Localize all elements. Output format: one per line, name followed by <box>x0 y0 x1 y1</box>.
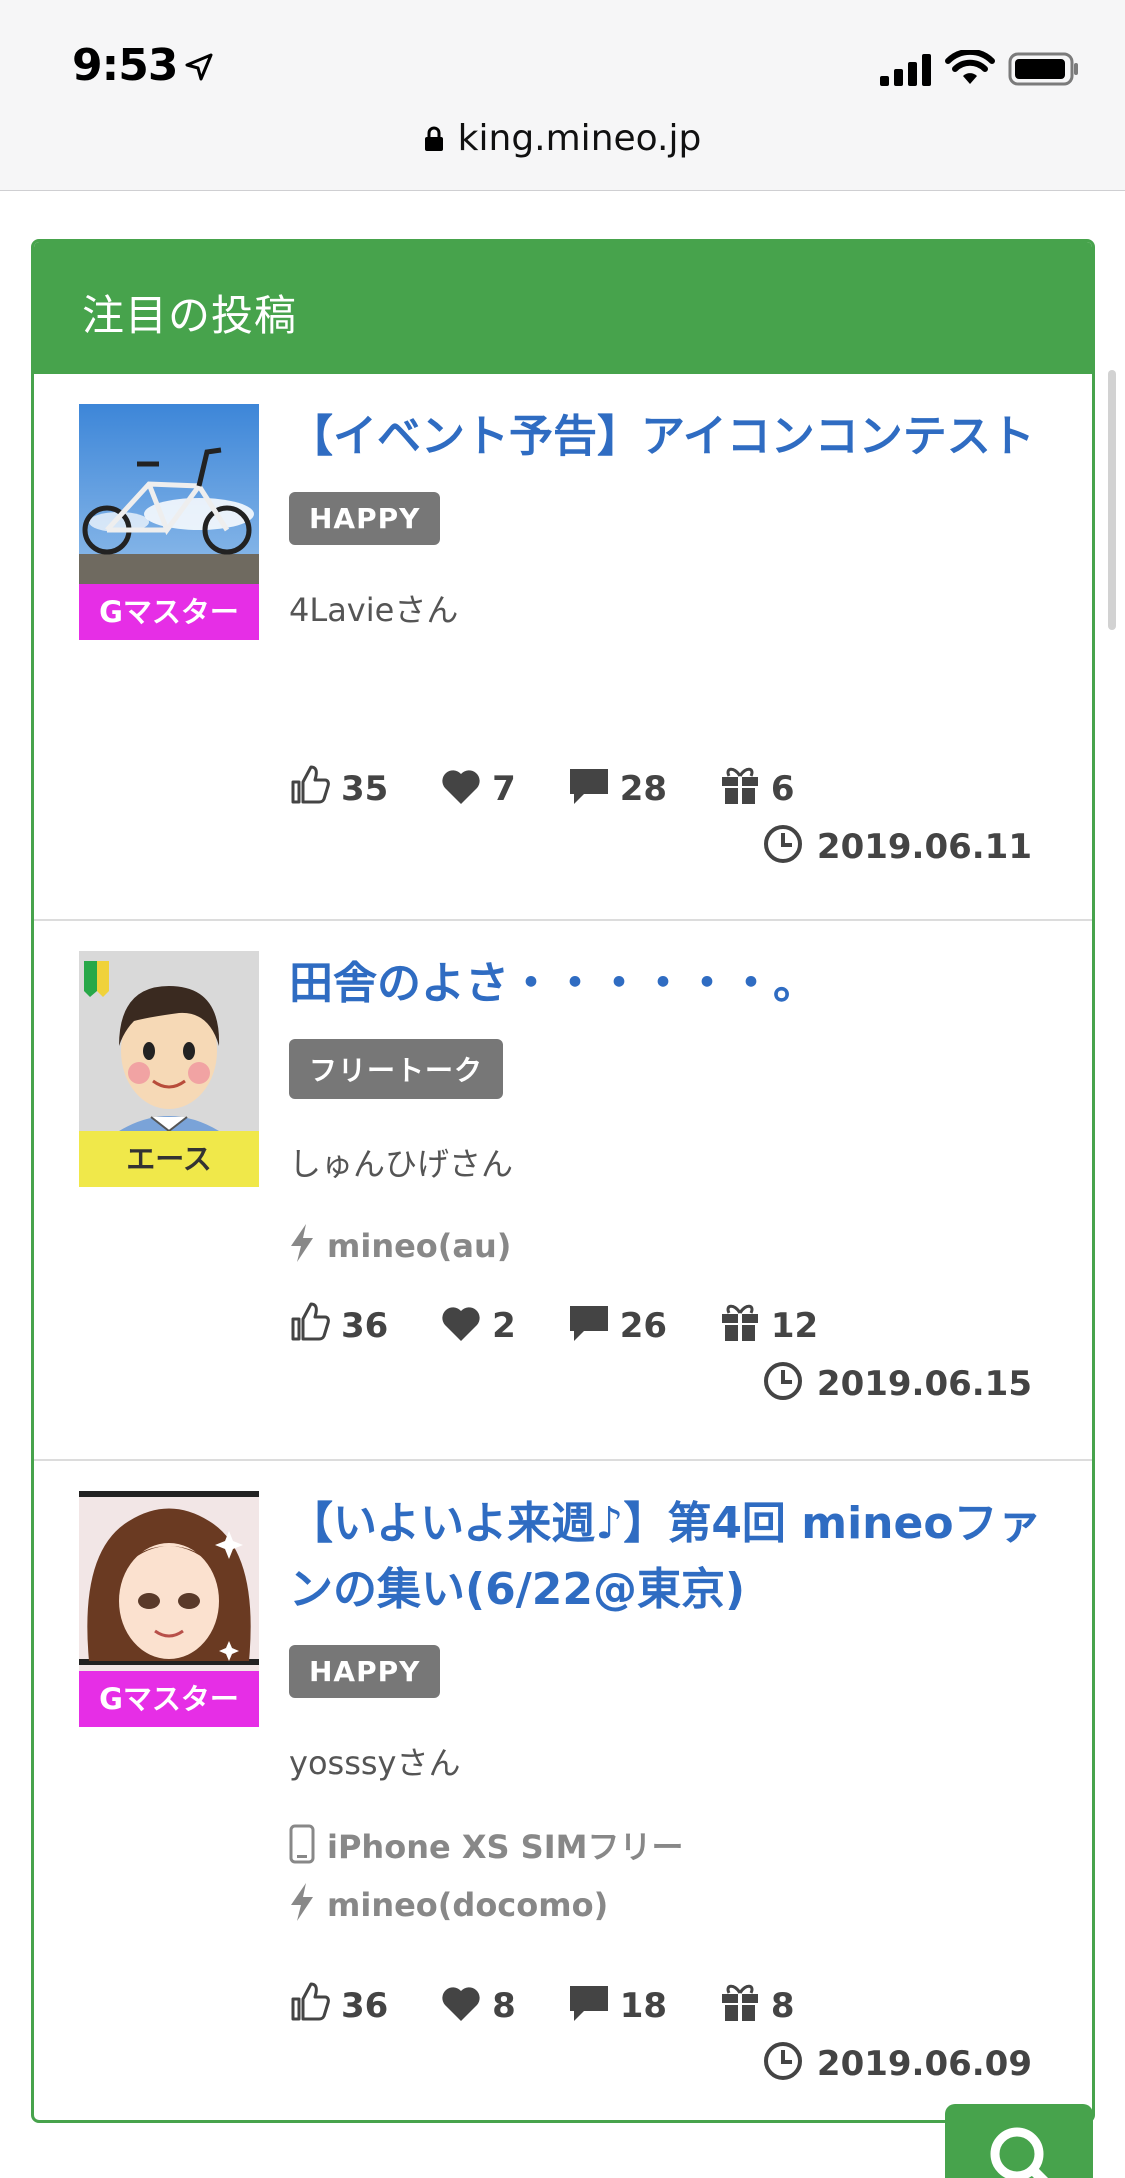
lock-icon <box>424 126 443 151</box>
comments-count: 26 <box>568 1303 667 1346</box>
heart-icon <box>442 770 480 804</box>
username[interactable]: yosssyさん <box>289 1738 1059 1784</box>
heart-icon <box>442 1987 480 2021</box>
username[interactable]: 4Lavieさん <box>289 585 1059 631</box>
rank-badge: Gマスター <box>79 1671 259 1727</box>
phone-icon <box>289 1824 315 1864</box>
comments-count: 28 <box>568 766 667 809</box>
category-tag[interactable]: フリートーク <box>289 1039 504 1099</box>
status-time: 9:53 <box>72 40 178 91</box>
scrollbar[interactable] <box>1108 370 1116 630</box>
post-item[interactable]: エース 田舎のよさ・・・・・・。 フリートーク しゅんひげさん mineo(au… <box>34 921 1092 1461</box>
search-button[interactable] <box>945 2104 1093 2178</box>
lightning-icon <box>291 1224 313 1262</box>
hearts-count: 8 <box>440 1985 516 2026</box>
rank-badge: エース <box>79 1131 259 1187</box>
category-tag[interactable]: HAPPY <box>289 1645 441 1698</box>
section-title: 注目の投稿 <box>34 242 1092 374</box>
clock-icon <box>763 2042 802 2080</box>
likes-count: 36 <box>289 1981 388 2026</box>
post-item[interactable]: Gマスター 【いよいよ来週♪】第4回 mineoファンの集い(6/22@東京) … <box>34 1461 1092 2120</box>
featured-posts-card: 注目の投稿 Gマスター 【イベント予告】アイコンコンテスト HAPPY 4Lav… <box>31 239 1095 2123</box>
gifts-count: 6 <box>719 764 795 809</box>
avatar[interactable]: エース <box>79 951 259 1187</box>
gift-icon <box>721 1984 758 2021</box>
address-bar[interactable]: king.mineo.jp <box>0 118 1125 159</box>
post-stats: 35 7 28 6 <box>289 764 835 809</box>
comments-count: 18 <box>568 1983 667 2026</box>
search-icon <box>990 2127 1049 2178</box>
comment-icon <box>569 769 608 804</box>
post-title-link[interactable]: 【イベント予告】アイコンコンテスト <box>289 404 1059 470</box>
clock-icon <box>763 825 802 863</box>
likes-count: 36 <box>289 1301 388 1346</box>
post-title-link[interactable]: 田舎のよさ・・・・・・。 <box>289 951 1059 1017</box>
browser-chrome: 9:53 king.mineo.jp <box>0 0 1125 191</box>
post-title-link[interactable]: 【いよいよ来週♪】第4回 mineoファンの集い(6/22@東京) <box>289 1491 1059 1623</box>
device-info: iPhone XS SIMフリー <box>289 1822 1059 1868</box>
post-date: 2019.06.09 <box>763 2041 1032 2084</box>
thumbs-up-icon <box>291 765 330 804</box>
wifi-icon <box>945 50 995 84</box>
comment-icon <box>569 1306 608 1341</box>
url-text: king.mineo.jp <box>457 118 702 159</box>
rank-badge: Gマスター <box>79 584 259 640</box>
avatar[interactable]: Gマスター <box>79 404 259 640</box>
post-stats: 36 8 18 8 <box>289 1981 835 2026</box>
username[interactable]: しゅんひげさん <box>289 1139 1059 1185</box>
post-stats: 36 2 26 12 <box>289 1301 858 1346</box>
category-tag[interactable]: HAPPY <box>289 492 441 545</box>
hearts-count: 7 <box>440 768 516 809</box>
thumbs-up-icon <box>291 1982 330 2021</box>
cellular-signal-icon <box>880 54 931 86</box>
post-date: 2019.06.11 <box>763 824 1032 867</box>
gifts-count: 12 <box>719 1301 818 1346</box>
hearts-count: 2 <box>440 1305 516 1346</box>
battery-icon <box>1008 52 1078 86</box>
gift-icon <box>721 1304 758 1341</box>
avatar[interactable]: Gマスター <box>79 1491 259 1727</box>
post-item[interactable]: Gマスター 【イベント予告】アイコンコンテスト HAPPY 4Lavieさん 3… <box>34 374 1092 921</box>
carrier-info: mineo(docomo) <box>289 1882 1059 1924</box>
gifts-count: 8 <box>719 1981 795 2026</box>
comment-icon <box>569 1986 608 2021</box>
post-date: 2019.06.15 <box>763 1361 1032 1404</box>
thumbs-up-icon <box>291 1302 330 1341</box>
location-arrow-icon <box>185 53 213 81</box>
lightning-icon <box>291 1883 313 1921</box>
clock-icon <box>763 1362 802 1400</box>
carrier-info: mineo(au) <box>289 1223 1059 1265</box>
heart-icon <box>442 1307 480 1341</box>
likes-count: 35 <box>289 764 388 809</box>
gift-icon <box>721 767 758 804</box>
